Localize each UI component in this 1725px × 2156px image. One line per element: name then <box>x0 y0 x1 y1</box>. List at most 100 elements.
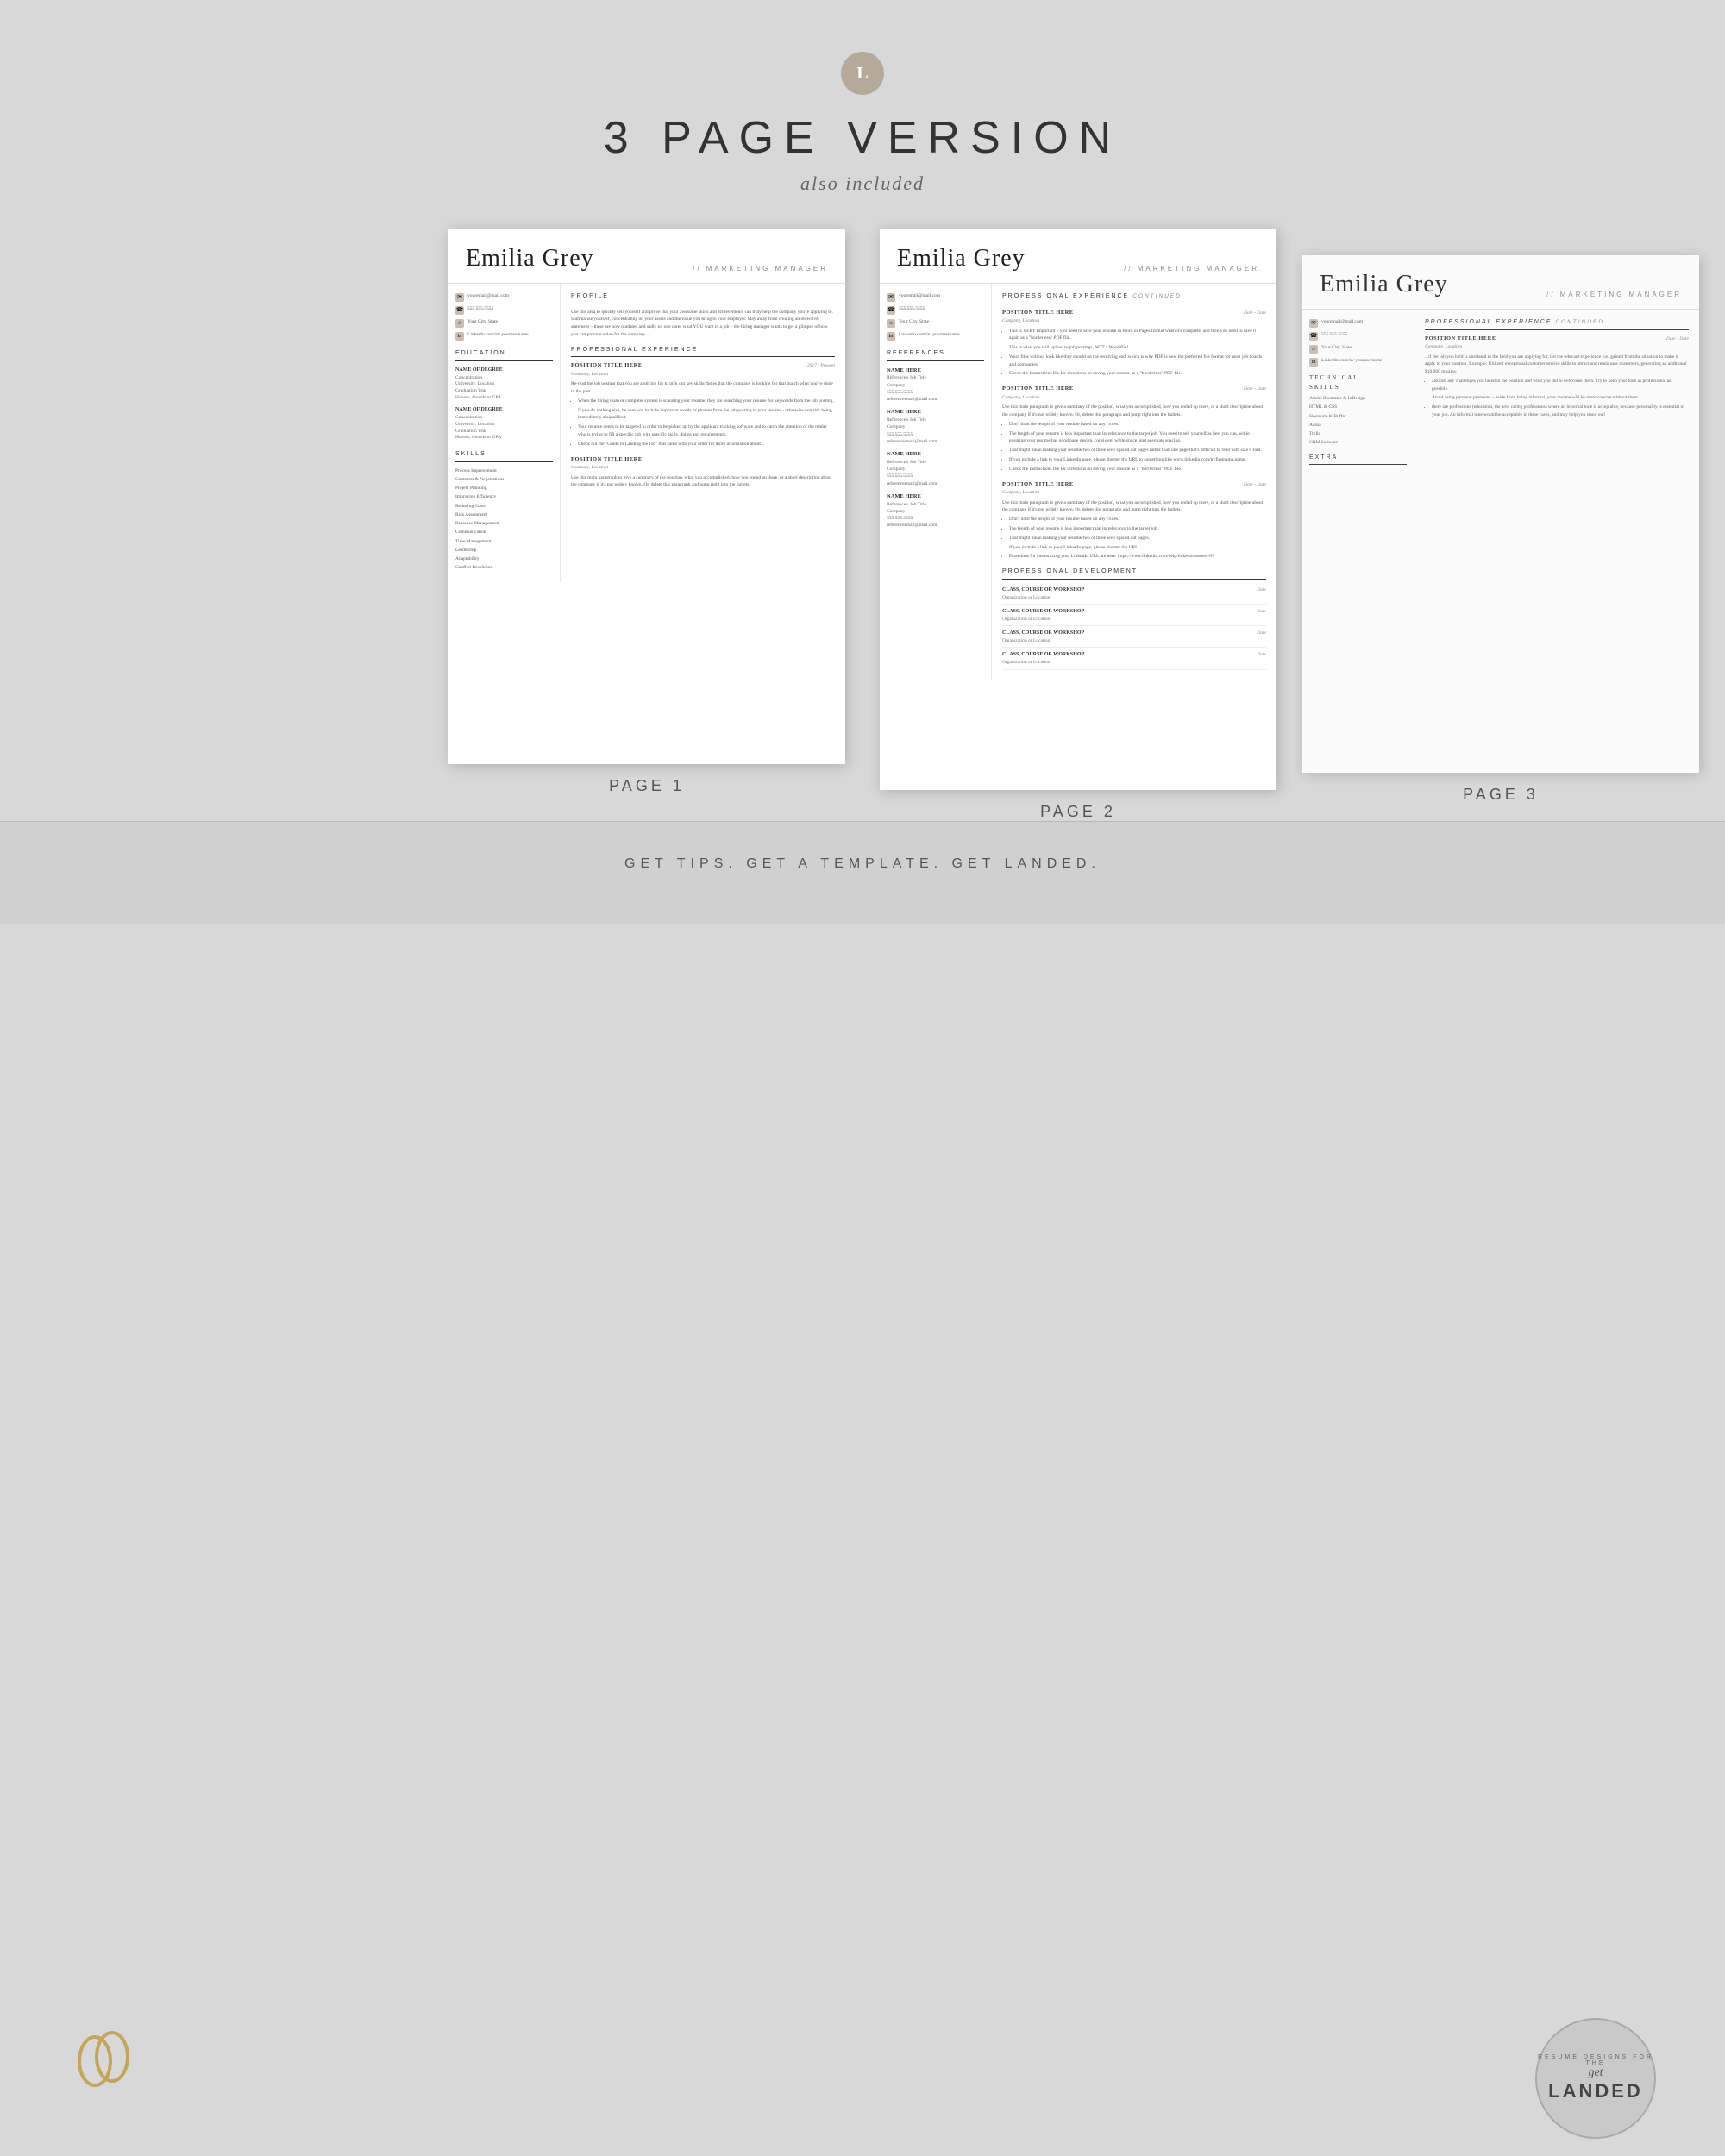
skills-title: SKILLS <box>455 450 553 462</box>
pd-item3-date: Date <box>1257 630 1266 644</box>
job1-bullet3: Your resume needs to be targeted in orde… <box>578 423 835 439</box>
email-icon: ✉ <box>455 293 464 302</box>
email-text: youremail@mail.com <box>467 292 509 299</box>
page2-body: ✉ youremail@mail.com ☎ 555.555.5555 ⌂ Yo… <box>880 284 1276 680</box>
p2-job3-company: Company, Location <box>1002 489 1266 496</box>
page3-job1-dates: Date - Date <box>1666 335 1689 342</box>
page3-sidebar: ✉ youremail@mail.com ☎ 555.555.5555 ⌂ Yo… <box>1302 310 1414 479</box>
p2-job2-b3: That might mean making your resume two o… <box>1009 447 1266 454</box>
page1-label: PAGE 1 <box>609 777 685 795</box>
page3-main: PROFESSIONAL EXPERIENCE continued POSITI… <box>1414 310 1699 479</box>
clips-decoration <box>69 2027 138 2087</box>
landed-badge: RESUME DESIGNS FOR THE get LANDED <box>1535 2018 1656 2139</box>
linkedin-text: Linkedin.com/in/ yourusername <box>467 331 529 338</box>
p2-job1-b1: This is VERY important – you need to sav… <box>1009 328 1266 343</box>
p2-job3-b5: Directions for customizing your LinkedIn… <box>1009 553 1266 561</box>
skill-8: Communication <box>455 529 553 536</box>
linkedin-icon: in <box>455 332 464 341</box>
p2-job1: POSITION TITLE HERE Date - Date Company,… <box>1002 309 1266 379</box>
ref1-company: Company <box>887 382 984 389</box>
ref2-phone: 555.555.5555 <box>887 431 984 438</box>
ref4-phone: 555.555.5555 <box>887 515 984 522</box>
contact-address: ⌂ Your City, State <box>455 318 553 328</box>
p2-contact-linkedin: in Linkedin.com/in/ yourusername <box>887 331 984 341</box>
page3-job1: POSITION TITLE HERE Date - Date Company,… <box>1425 335 1689 419</box>
tech-skill-4: Asana <box>1309 422 1407 429</box>
page1-main: PROFILE Use this area to quickly sell yo… <box>561 284 845 582</box>
page3-job1-header: POSITION TITLE HERE Date - Date <box>1425 335 1689 343</box>
page1-column: Emilia Grey MARKETING MANAGER ✉ youremai… <box>448 229 845 795</box>
p2-job2-b2: The length of your resume is less import… <box>1009 430 1266 446</box>
ref3-email: referenceemail@mail.com <box>887 480 984 487</box>
references-title: REFERENCES <box>887 349 984 361</box>
p2-job1-b2: This is what you will upload to job post… <box>1009 344 1266 352</box>
page3-contact-phone: ☎ 555.555.5555 <box>1309 331 1407 341</box>
job2-company: Company, Location <box>571 464 835 471</box>
ref3-phone: 555.555.5555 <box>887 473 984 479</box>
p2-job1-b3: Word files will not look like they shoul… <box>1009 354 1266 369</box>
p2-contact-phone: ☎ 555.555.5555 <box>887 305 984 315</box>
ref4-name: NAME HERE <box>887 492 984 501</box>
p2-job3: POSITION TITLE HERE Date - Date Company,… <box>1002 480 1266 561</box>
pd-item4-class: CLASS, COURSE OR WORKSHOP <box>1002 651 1084 659</box>
p2-email-icon: ✉ <box>887 293 895 302</box>
pd-item4-org: Organization or Location <box>1002 659 1084 666</box>
job1-bullets: When the hiring team or computer system … <box>571 398 835 448</box>
contact-linkedin: in Linkedin.com/in/ yourusername <box>455 331 553 341</box>
page3-contact-address: ⌂ Your City, State <box>1309 344 1407 354</box>
job1-title: POSITION TITLE HERE <box>571 361 643 370</box>
job2: POSITION TITLE HERE Company, Location Us… <box>571 455 835 490</box>
page3-job1-desc: ...if the job you held is unrelated to t… <box>1425 354 1689 376</box>
degree1-school: University, Location <box>455 381 553 388</box>
page2-main: PROFESSIONAL EXPERIENCE continued POSITI… <box>992 284 1276 680</box>
p2-job1-b4: Check the Instructions file for directio… <box>1009 370 1266 378</box>
location-icon: ⌂ <box>455 319 464 328</box>
p2-phone-icon: ☎ <box>887 306 895 315</box>
p2-job3-b2: The length of your resume is less import… <box>1009 525 1266 533</box>
sub-title: also included <box>0 172 1725 195</box>
tech-skill-1: Adobe Illustrator & InDesign <box>1309 395 1407 402</box>
contact-email: ✉ youremail@mail.com <box>455 292 553 302</box>
page3-behind-wrapper: Emilia Grey MARKETING MANAGER ✉ youremai… <box>1302 255 1699 804</box>
job2-desc: Use this main paragraph to give a summar… <box>571 474 835 490</box>
profile-text: Use this area to quickly sell yourself a… <box>571 309 835 339</box>
job1-dates: 2017 - Present <box>807 362 835 369</box>
job2-header: POSITION TITLE HERE <box>571 455 835 464</box>
tech-skill-2: HTML & CSS <box>1309 404 1407 411</box>
ref1-jobtitle: Reference's Job Title <box>887 374 984 381</box>
p2-job1-dates: Date - Date <box>1244 310 1266 317</box>
pages-row: Emilia Grey MARKETING MANAGER ✉ youremai… <box>0 229 1725 821</box>
education-title: EDUCATION <box>455 349 553 361</box>
skill-12: Conflict Resolution <box>455 564 553 571</box>
degree2-concentration: Concentration <box>455 415 553 422</box>
extra-title: EXTRA <box>1309 454 1407 466</box>
tech-skills-title: TECHNICALSKILLS <box>1309 373 1407 392</box>
ref4-email: referenceemail@mail.com <box>887 522 984 529</box>
pd-item1-class: CLASS, COURSE OR WORKSHOP <box>1002 586 1084 594</box>
p2-job2-title: POSITION TITLE HERE <box>1002 385 1074 393</box>
contact-phone: ☎ 555.555.5555 <box>455 305 553 315</box>
p2-job2-b5: Check the Instructions file for directio… <box>1009 466 1266 473</box>
p2-contact-address: ⌂ Your City, State <box>887 318 984 328</box>
badge-top-text: RESUME DESIGNS FOR THE <box>1537 2054 1654 2066</box>
pd-item1-date: Date <box>1257 586 1266 601</box>
skill-5: Reducing Costs <box>455 503 553 510</box>
page3: Emilia Grey MARKETING MANAGER ✉ youremai… <box>1302 255 1699 773</box>
p2-contact-email: ✉ youremail@mail.com <box>887 292 984 302</box>
tech-skill-5: Trello <box>1309 430 1407 437</box>
badge-landed-text: LANDED <box>1548 2080 1643 2103</box>
skill-2: Contracts & Negotiations <box>455 476 553 483</box>
ref1-phone: 555.555.5555 <box>887 389 984 396</box>
footer: RESUME DESIGNS FOR THE get LANDED GET TI… <box>0 821 1725 924</box>
pd-item4: CLASS, COURSE OR WORKSHOP Organization o… <box>1002 649 1266 669</box>
page3-label: PAGE 3 <box>1302 786 1699 804</box>
skill-9: Time Management <box>455 538 553 545</box>
p2-job3-title: POSITION TITLE HERE <box>1002 480 1074 489</box>
ref1-name: NAME HERE <box>887 367 984 375</box>
pd-item3-content: CLASS, COURSE OR WORKSHOP Organization o… <box>1002 630 1084 644</box>
p2-job2-desc: Use this main paragraph to give a summar… <box>1002 404 1266 419</box>
p2-job1-company: Company, Location <box>1002 317 1266 324</box>
p2-job2: POSITION TITLE HERE Date - Date Company,… <box>1002 385 1266 473</box>
tech-skill-3: Hootsuite & Buffer <box>1309 413 1407 420</box>
job1: POSITION TITLE HERE 2017 - Present Compa… <box>571 361 835 448</box>
